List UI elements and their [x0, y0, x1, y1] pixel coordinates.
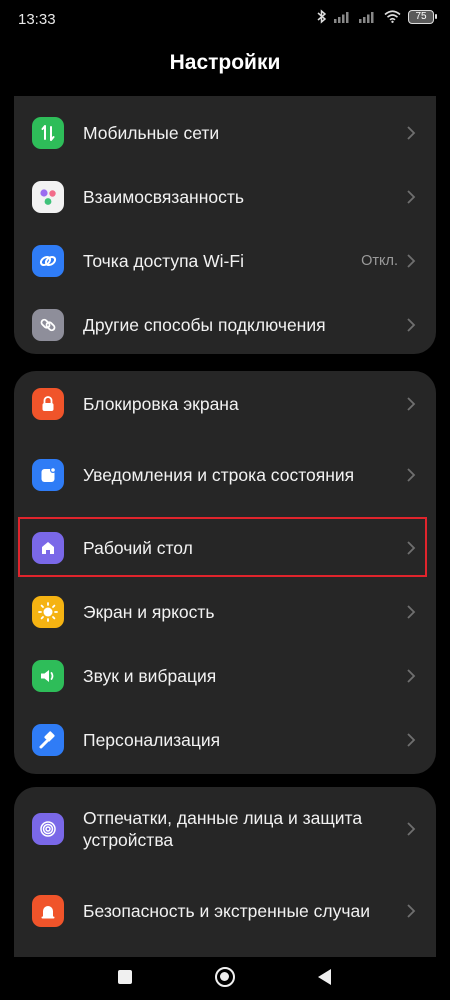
chevron-right-icon: [407, 904, 416, 918]
status-time: 13:33: [18, 11, 56, 28]
chevron-right-icon: [407, 190, 416, 204]
settings-item-label: Персонализация: [83, 730, 221, 750]
brightness-icon: [32, 596, 64, 628]
chevron-right-icon: [407, 126, 416, 140]
notifications-icon: [32, 459, 64, 491]
settings-item-wifi-hotspot[interactable]: Точка доступа Wi-Fi Откл.: [14, 229, 436, 293]
settings-item-mobile-networks[interactable]: Мобильные сети: [14, 101, 436, 165]
settings-item-interconnectivity[interactable]: Взаимосвязанность: [14, 165, 436, 229]
settings-item-label: Звук и вибрация: [83, 666, 217, 686]
settings-item-label: Другие способы подключения: [83, 315, 326, 335]
chevron-right-icon: [407, 254, 416, 268]
chevron-right-icon: [407, 822, 416, 836]
signal-icon-2: [359, 12, 374, 23]
page-title: Настройки: [169, 51, 281, 74]
chevron-right-icon: [407, 541, 416, 555]
mobile-data-icon: [32, 117, 64, 149]
settings-item-label: Взаимосвязанность: [83, 187, 244, 207]
settings-group-security: Отпечатки, данные лица и защита устройст…: [14, 787, 436, 957]
status-icons: 75: [317, 9, 437, 24]
settings-item-lock-screen[interactable]: Блокировка экрана: [14, 372, 436, 436]
settings-item-notifications[interactable]: Уведомления и строка состояния: [14, 434, 436, 516]
settings-item-label: Уведомления и строка состояния: [83, 465, 355, 485]
settings-item-label: Безопасность и экстренные случаи: [83, 901, 370, 921]
chevron-right-icon: [407, 605, 416, 619]
lock-icon: [32, 388, 64, 420]
navigation-bar: [0, 957, 450, 1000]
chevron-right-icon: [407, 318, 416, 332]
settings-item-label: Точка доступа Wi-Fi: [83, 251, 244, 271]
interconnect-icon: [32, 181, 64, 213]
settings-item-safety-emergency[interactable]: Безопасность и экстренные случаи: [14, 870, 436, 952]
settings-item-label: Блокировка экрана: [83, 394, 239, 414]
hotspot-status: Откл.: [361, 253, 398, 269]
home-button[interactable]: [215, 967, 235, 987]
settings-item-home-screen[interactable]: Рабочий стол: [14, 516, 436, 580]
recents-button[interactable]: [118, 970, 132, 984]
fingerprint-icon: [32, 813, 64, 845]
settings-item-fingerprint-face[interactable]: Отпечатки, данные лица и защита устройст…: [14, 788, 436, 870]
chevron-right-icon: [407, 397, 416, 411]
settings-group-display: Блокировка экрана Уведомления и строка с…: [14, 371, 436, 774]
settings-item-sound-vibration[interactable]: Звук и вибрация: [14, 644, 436, 708]
signal-icon: [334, 12, 349, 23]
brush-icon: [32, 724, 64, 756]
settings-item-label: Мобильные сети: [83, 123, 220, 143]
chevron-right-icon: [407, 733, 416, 747]
hotspot-icon: [32, 245, 64, 277]
emergency-icon: [32, 895, 64, 927]
back-button[interactable]: [318, 969, 331, 985]
settings-group-connectivity: Мобильные сети Взаимосвязанность Точка д…: [14, 96, 436, 354]
settings-item-label: Экран и яркость: [83, 602, 215, 622]
status-bar: 13:33 75: [0, 0, 450, 40]
settings-item-label: Рабочий стол: [83, 538, 193, 558]
battery-icon: 75: [408, 9, 437, 24]
bluetooth-icon: [317, 9, 327, 24]
settings-item-personalization[interactable]: Персонализация: [14, 708, 436, 772]
settings-item-label: Отпечатки, данные лица и защита устройст…: [83, 808, 363, 850]
home-icon: [32, 532, 64, 564]
wifi-icon: [384, 10, 401, 23]
sound-icon: [32, 660, 64, 692]
chevron-right-icon: [407, 669, 416, 683]
settings-item-other-connections[interactable]: Другие способы подключения: [14, 293, 436, 354]
link-icon: [32, 309, 64, 341]
settings-item-display-brightness[interactable]: Экран и яркость: [14, 580, 436, 644]
chevron-right-icon: [407, 468, 416, 482]
